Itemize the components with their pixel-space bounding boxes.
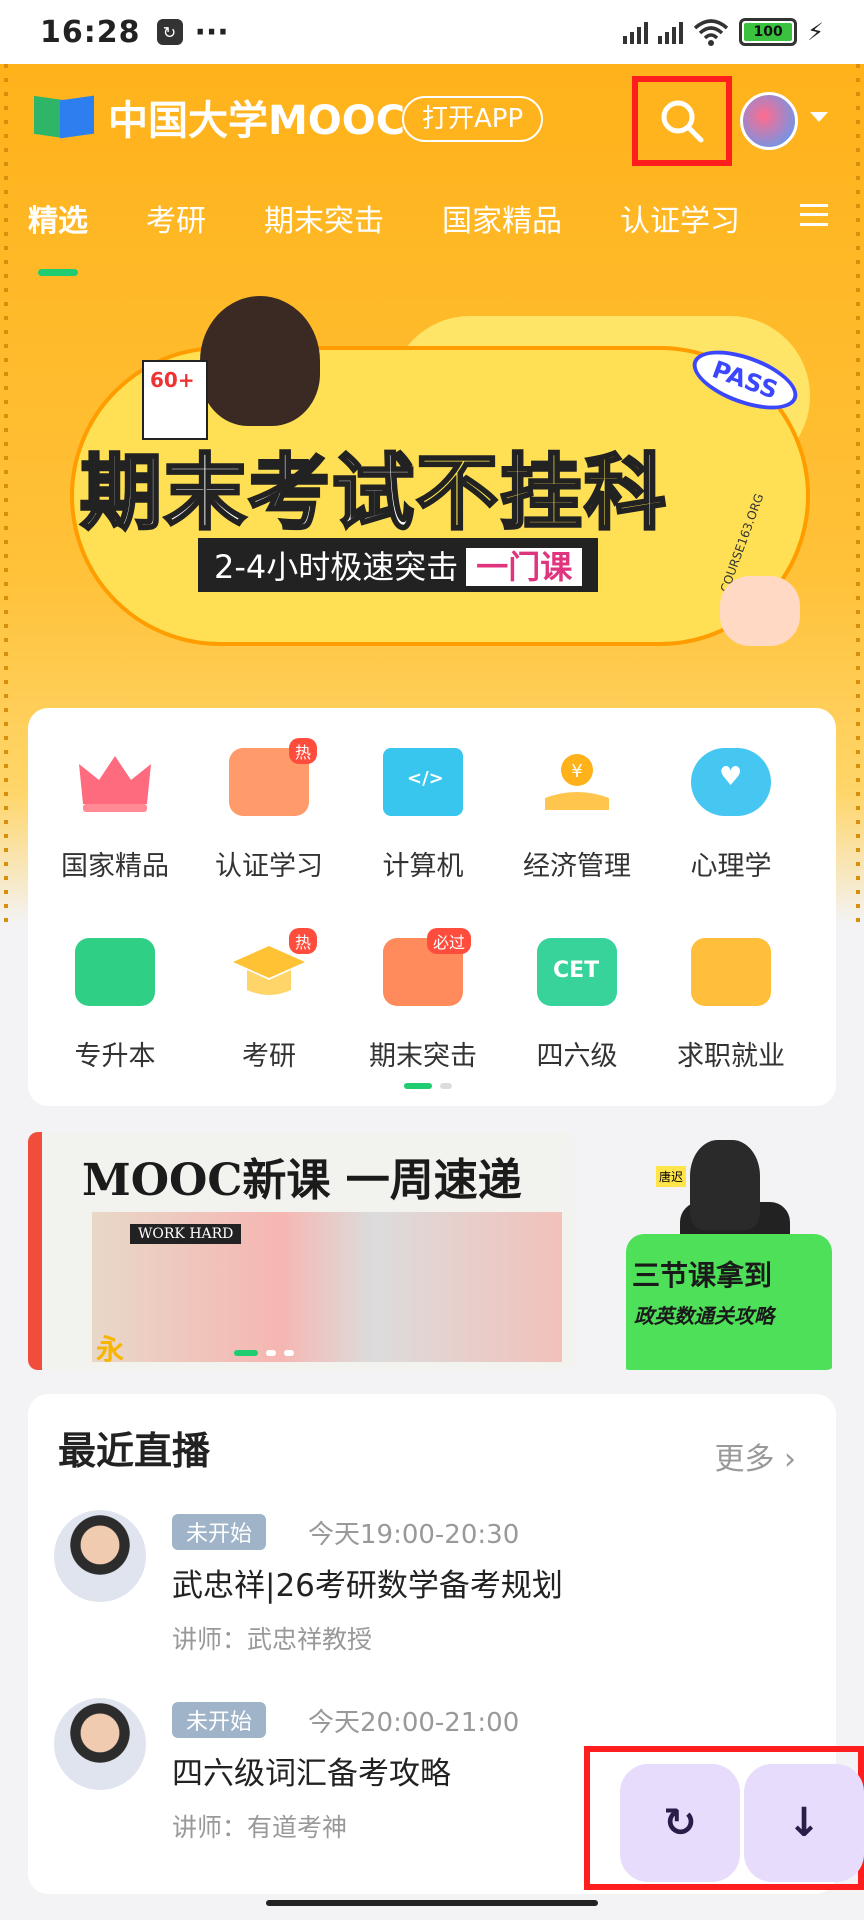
signal-icon	[623, 20, 649, 44]
open-app-button[interactable]: 打开APP	[402, 96, 544, 142]
logo-text: 中国大学MOOC	[108, 98, 406, 144]
lecturer-avatar	[54, 1510, 146, 1602]
category-cet[interactable]: CET 四六级	[500, 938, 654, 1073]
category-tabs: 精选 考研 期末突击 国家精品 认证学习	[28, 196, 798, 276]
category-postgrad[interactable]: 热 考研	[192, 928, 346, 1073]
banner-subtitle: 2-4小时极速突击 一门课	[198, 538, 599, 592]
promo-three-lessons[interactable]: 唐迟 三节课拿到 政英数通关攻略	[620, 1132, 836, 1370]
crown-icon	[75, 748, 155, 816]
clock: 16:28	[40, 14, 141, 50]
tab-featured[interactable]: 精选	[28, 196, 88, 276]
hot-badge: 热	[288, 738, 317, 764]
search-icon	[661, 100, 704, 143]
logo-mark-icon	[34, 94, 96, 140]
status-badge: 未开始	[172, 1514, 267, 1550]
briefcase-icon	[691, 938, 771, 1006]
tab-national-quality[interactable]: 国家精品	[442, 196, 562, 240]
promo-new-courses[interactable]: MOOC新课 一周速递 WORK HARD 永	[28, 1132, 574, 1370]
app-screen: 16:28 ↻ ··· 100 ⚡ 中国大学MOOC 打开APP 精选 考研 期…	[0, 0, 864, 1920]
tab-final-exam[interactable]: 期末突击	[264, 196, 384, 240]
ruler-left	[4, 64, 8, 924]
chevron-right-icon: ›	[784, 1442, 796, 1477]
promo-line1: 三节课拿到	[632, 1259, 773, 1292]
work-hard-tag: WORK HARD	[130, 1224, 242, 1244]
monitor-code-icon: </>	[383, 748, 463, 816]
live-title: 四六级词汇备考攻略	[172, 1756, 451, 1792]
live-time: 今天20:00-21:00	[308, 1708, 520, 1738]
chevron-down-icon[interactable]	[810, 112, 828, 122]
promo-line2: 政英数通关攻略	[634, 1304, 774, 1328]
must-pass-badge: 必过	[426, 928, 471, 954]
grad-cap-icon: 热	[229, 928, 317, 1006]
live-time: 今天19:00-20:30	[308, 1520, 520, 1550]
coin-hand-icon: ¥	[537, 748, 617, 816]
section-title: 最近直播	[58, 1429, 211, 1473]
live-title: 武忠祥|26考研数学备考规划	[172, 1568, 563, 1604]
app-logo[interactable]: 中国大学MOOC	[34, 88, 405, 146]
category-pager	[404, 1083, 452, 1089]
wifi-icon	[693, 19, 729, 46]
promo-title: MOOC新课 一周速递	[82, 1155, 522, 1206]
banner-title: 期末考试不挂科	[78, 445, 669, 543]
refresh-icon: ↻	[663, 1800, 697, 1846]
refresh-button[interactable]: ↻	[620, 1764, 740, 1882]
category-jobs[interactable]: 求职就业	[654, 938, 808, 1073]
gorilla-mascot-icon	[200, 296, 320, 426]
live-lecturer: 讲师：武忠祥教授	[172, 1625, 373, 1654]
heart-chat-icon: ♥	[691, 748, 771, 816]
tab-postgrad[interactable]: 考研	[146, 196, 206, 240]
sync-icon: ↻	[156, 19, 183, 45]
tab-certification[interactable]: 认证学习	[620, 196, 740, 240]
battery-icon: 100	[739, 18, 798, 46]
home-indicator[interactable]	[266, 1900, 598, 1906]
charging-icon: ⚡	[807, 18, 824, 46]
hot-badge: 热	[288, 928, 317, 954]
category-psychology[interactable]: ♥ 心理学	[654, 748, 808, 883]
id-card-icon	[75, 938, 155, 1006]
menu-icon[interactable]	[800, 204, 828, 226]
category-final-exam[interactable]: 必过 期末突击	[346, 928, 500, 1073]
cet-book-icon: CET	[537, 938, 617, 1006]
hero-banner[interactable]: 60+ PASS 期末考试不挂科 2-4小时极速突击 一门课 COURSE163.…	[70, 296, 810, 676]
more-notifications-icon: ···	[194, 14, 229, 50]
scroll-down-button[interactable]: ↓	[744, 1764, 864, 1882]
category-national-quality[interactable]: 国家精品	[38, 748, 192, 883]
category-computer[interactable]: </> 计算机	[346, 748, 500, 883]
category-grid: 国家精品 热 认证学习 </> 计算机 ¥ 经济管理 ♥ 心理学 专升本 热 考…	[28, 708, 836, 1106]
certificate-icon: 热	[229, 738, 317, 816]
arrow-down-icon: ↓	[787, 1800, 821, 1846]
status-bar: 16:28 ↻ ··· 100 ⚡	[0, 0, 864, 64]
user-avatar[interactable]	[740, 92, 798, 150]
status-badge: 未开始	[172, 1702, 267, 1738]
teacher-name: 唐迟	[656, 1166, 687, 1187]
teacher-photo	[690, 1140, 760, 1230]
calligraphy-char: 永	[96, 1333, 125, 1366]
lecturer-avatar	[54, 1698, 146, 1790]
promo-pager	[234, 1350, 294, 1356]
category-upgrade[interactable]: 专升本	[38, 938, 192, 1073]
signal-icon-2	[658, 20, 684, 44]
exam-paper-icon: 必过	[383, 928, 471, 1006]
pointing-hand-icon	[720, 576, 800, 646]
more-link[interactable]: 更多 ›	[714, 1434, 796, 1478]
ruler-right	[856, 64, 860, 924]
live-lecturer: 讲师：有道考神	[172, 1813, 348, 1842]
category-economics[interactable]: ¥ 经济管理	[500, 748, 654, 883]
svg-text:¥: ¥	[571, 761, 582, 782]
search-button[interactable]	[632, 76, 732, 166]
category-certification[interactable]: 热 认证学习	[192, 738, 346, 883]
